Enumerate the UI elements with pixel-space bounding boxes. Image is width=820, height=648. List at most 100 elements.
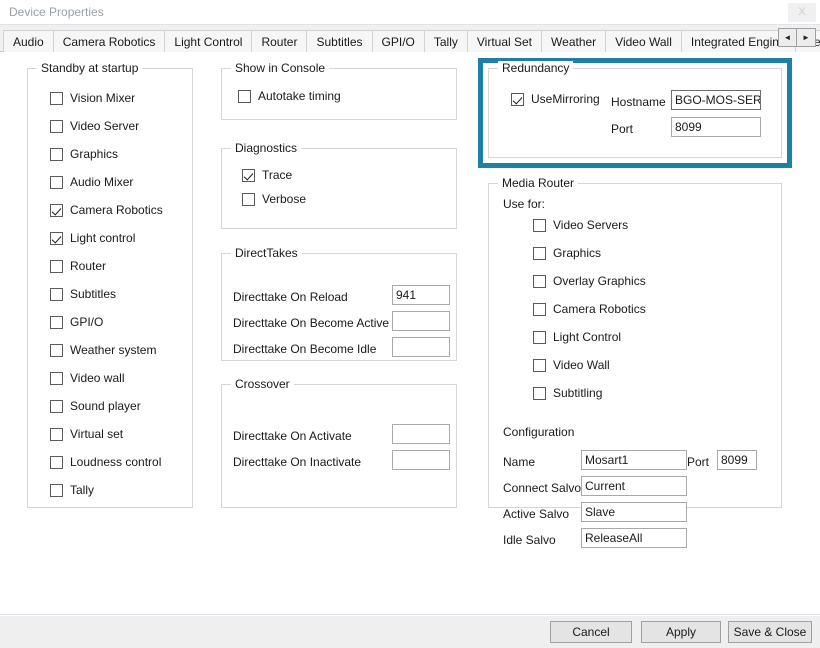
crossover-label: Directtake On Activate [233, 429, 352, 443]
config-connect-salvo-label: Connect Salvo [503, 481, 581, 495]
tab-scroll-left-button[interactable]: ◄ [778, 28, 797, 47]
standby-item-row[interactable]: Graphics [50, 147, 118, 161]
show-in-console-item-checkbox[interactable] [238, 90, 251, 103]
standby-item-checkbox[interactable] [50, 428, 63, 441]
standby-item-label: Subtitles [70, 287, 116, 301]
standby-item-checkbox[interactable] [50, 400, 63, 413]
media-router-item-checkbox[interactable] [533, 219, 546, 232]
tab-gpi-o[interactable]: GPI/O [372, 30, 425, 52]
diagnostics-item-checkbox[interactable] [242, 169, 255, 182]
standby-item-checkbox[interactable] [50, 204, 63, 217]
save-and-close-button[interactable]: Save & Close [728, 621, 812, 643]
tab-video-wall[interactable]: Video Wall [605, 30, 682, 52]
diagnostics-item-checkbox[interactable] [242, 193, 255, 206]
show-in-console-group: Show in Console Autotake timing [221, 68, 457, 120]
standby-item-checkbox[interactable] [50, 120, 63, 133]
media-router-item-row[interactable]: Video Wall [533, 358, 610, 372]
media-router-item-checkbox[interactable] [533, 303, 546, 316]
diagnostics-legend: Diagnostics [231, 141, 301, 155]
crossover-input[interactable] [392, 424, 450, 444]
tab-scroll-controls: ◄ ► [778, 28, 816, 47]
tab-tally[interactable]: Tally [424, 30, 468, 52]
close-icon[interactable]: X [788, 3, 816, 22]
standby-item-row[interactable]: Tally [50, 483, 94, 497]
standby-item-checkbox[interactable] [50, 344, 63, 357]
media-router-item-checkbox[interactable] [533, 331, 546, 344]
config-idle-salvo-input[interactable]: ReleaseAll [581, 528, 687, 548]
tab-camera-robotics[interactable]: Camera Robotics [53, 30, 166, 52]
standby-item-checkbox[interactable] [50, 316, 63, 329]
media-router-item-row[interactable]: Video Servers [533, 218, 628, 232]
media-router-item-checkbox[interactable] [533, 387, 546, 400]
media-router-item-checkbox[interactable] [533, 275, 546, 288]
standby-item-checkbox[interactable] [50, 92, 63, 105]
tab-router[interactable]: Router [251, 30, 307, 52]
tab-scroll-right-button[interactable]: ► [797, 28, 816, 47]
standby-item-row[interactable]: Video wall [50, 371, 124, 385]
use-mirroring-checkbox[interactable] [511, 93, 524, 106]
standby-item-checkbox[interactable] [50, 260, 63, 273]
direct-take-input[interactable] [392, 311, 450, 331]
standby-item-row[interactable]: Camera Robotics [50, 203, 163, 217]
standby-item-label: Tally [70, 483, 94, 497]
standby-item-label: Virtual set [70, 427, 123, 441]
standby-item-row[interactable]: Audio Mixer [50, 175, 133, 189]
standby-item-row[interactable]: Video Server [50, 119, 139, 133]
standby-item-checkbox[interactable] [50, 456, 63, 469]
standby-item-checkbox[interactable] [50, 372, 63, 385]
diagnostics-group: Diagnostics TraceVerbose [221, 148, 457, 229]
standby-item-row[interactable]: Vision Mixer [50, 91, 135, 105]
tab-subtitles[interactable]: Subtitles [306, 30, 372, 52]
config-connect-salvo-input[interactable]: Current [581, 476, 687, 496]
standby-item-row[interactable]: Loudness control [50, 455, 161, 469]
standby-item-checkbox[interactable] [50, 148, 63, 161]
standby-item-row[interactable]: Subtitles [50, 287, 116, 301]
redundancy-hostname-label: Hostname [611, 95, 666, 109]
diagnostics-item-label: Verbose [262, 192, 306, 206]
config-name-input[interactable]: Mosart1 [581, 450, 687, 470]
crossover-label: Directtake On Inactivate [233, 455, 361, 469]
config-port-input[interactable]: 8099 [717, 450, 757, 470]
media-router-item-row[interactable]: Graphics [533, 246, 601, 260]
tab-light-control[interactable]: Light Control [164, 30, 252, 52]
use-mirroring-checkbox-row[interactable]: UseMirroring [511, 92, 600, 106]
media-router-item-row[interactable]: Camera Robotics [533, 302, 646, 316]
media-router-item-label: Graphics [553, 246, 601, 260]
config-idle-salvo-label: Idle Salvo [503, 533, 556, 547]
standby-item-checkbox[interactable] [50, 232, 63, 245]
standby-item-row[interactable]: Sound player [50, 399, 141, 413]
standby-at-startup-group: Standby at startup Vision MixerVideo Ser… [27, 68, 193, 508]
standby-item-row[interactable]: GPI/O [50, 315, 103, 329]
standby-item-row[interactable]: Light control [50, 231, 135, 245]
media-router-item-row[interactable]: Light Control [533, 330, 621, 344]
config-active-salvo-input[interactable]: Slave [581, 502, 687, 522]
media-router-item-row[interactable]: Overlay Graphics [533, 274, 646, 288]
configuration-title: Configuration [503, 425, 574, 439]
media-router-item-label: Camera Robotics [553, 302, 646, 316]
show-in-console-item-row[interactable]: Autotake timing [238, 89, 341, 103]
standby-item-row[interactable]: Weather system [50, 343, 156, 357]
tab-virtual-set[interactable]: Virtual Set [467, 30, 542, 52]
crossover-input[interactable] [392, 450, 450, 470]
direct-take-input[interactable]: 941 [392, 285, 450, 305]
standby-item-row[interactable]: Virtual set [50, 427, 123, 441]
diagnostics-item-row[interactable]: Verbose [242, 192, 306, 206]
standby-item-checkbox[interactable] [50, 484, 63, 497]
direct-takes-group: DirectTakes Directtake On Reload941Direc… [221, 253, 457, 361]
media-router-item-checkbox[interactable] [533, 359, 546, 372]
standby-item-row[interactable]: Router [50, 259, 106, 273]
standby-item-checkbox[interactable] [50, 288, 63, 301]
media-router-item-row[interactable]: Subtitling [533, 386, 602, 400]
redundancy-port-input[interactable]: 8099 [671, 117, 761, 137]
standby-item-label: Router [70, 259, 106, 273]
tab-audio[interactable]: Audio [3, 30, 54, 52]
media-router-item-checkbox[interactable] [533, 247, 546, 260]
cancel-button[interactable]: Cancel [550, 621, 632, 643]
standby-item-checkbox[interactable] [50, 176, 63, 189]
redundancy-hostname-input[interactable]: BGO-MOS-SER [671, 90, 761, 110]
standby-item-label: Video Server [70, 119, 139, 133]
diagnostics-item-row[interactable]: Trace [242, 168, 292, 182]
direct-take-input[interactable] [392, 337, 450, 357]
apply-button[interactable]: Apply [641, 621, 721, 643]
tab-weather[interactable]: Weather [541, 30, 606, 52]
